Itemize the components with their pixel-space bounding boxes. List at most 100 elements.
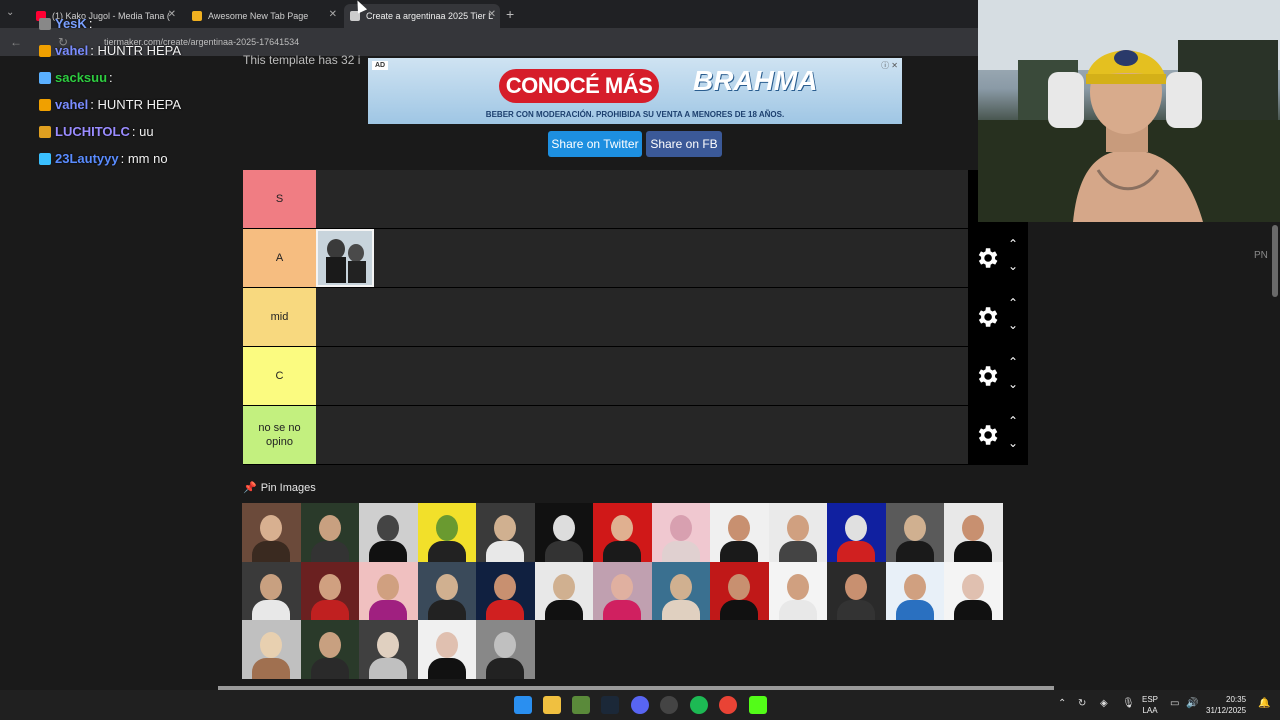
tier-label[interactable]: mid: [243, 288, 316, 346]
system-clock[interactable]: 20:35 31/12/2025: [1206, 694, 1246, 716]
pool-image[interactable]: [885, 503, 944, 562]
pin-images-header[interactable]: 📌 Pin Images: [243, 481, 316, 495]
share-fb-button[interactable]: Share on FB: [646, 131, 722, 157]
pool-image[interactable]: [359, 503, 418, 562]
pool-image[interactable]: [476, 620, 535, 679]
chat-username[interactable]: vahel: [55, 97, 88, 112]
chat-colon: :: [88, 16, 97, 31]
chat-username[interactable]: LUCHITOLC: [55, 124, 130, 139]
pool-image[interactable]: [300, 620, 359, 679]
windows-start-icon[interactable]: [514, 696, 532, 714]
network-icon[interactable]: ▭: [1170, 698, 1179, 709]
tier-label[interactable]: C: [243, 347, 316, 405]
pool-image[interactable]: [534, 503, 593, 562]
pool-image[interactable]: [300, 561, 359, 620]
tier-label[interactable]: S: [243, 170, 316, 228]
ad-close-icon[interactable]: ⓘ ✕: [881, 60, 898, 71]
discord-icon[interactable]: [631, 696, 649, 714]
move-up-chevron-icon[interactable]: ⌃: [1008, 355, 1018, 369]
tier-drop-zone[interactable]: [316, 288, 968, 346]
sync-icon[interactable]: ↻: [1078, 698, 1086, 709]
close-tab-icon[interactable]: ✕: [488, 9, 496, 20]
pool-image[interactable]: [242, 620, 301, 679]
pool-image[interactable]: [944, 561, 1003, 620]
gear-icon[interactable]: [974, 304, 1000, 330]
move-up-chevron-icon[interactable]: ⌃: [1008, 237, 1018, 251]
pool-image[interactable]: [651, 561, 710, 620]
move-down-chevron-icon[interactable]: ⌄: [1008, 377, 1018, 391]
move-down-chevron-icon[interactable]: ⌄: [1008, 259, 1018, 273]
gear-icon[interactable]: [974, 422, 1000, 448]
pool-image[interactable]: [476, 561, 535, 620]
tier-drop-zone[interactable]: [316, 347, 968, 405]
pool-image[interactable]: [242, 561, 301, 620]
pool-image[interactable]: [710, 561, 769, 620]
close-tab-icon[interactable]: ✕: [329, 9, 337, 20]
page-scrollbar[interactable]: [1272, 225, 1278, 297]
notification-bell-icon[interactable]: 🔔: [1258, 698, 1270, 709]
ad-cta-button[interactable]: CONOCÉ MÁS: [499, 69, 659, 103]
tier-label[interactable]: no se no opino: [243, 406, 316, 464]
steam-icon[interactable]: [601, 696, 619, 714]
lang-bottom: LAA: [1142, 706, 1158, 715]
chat-username[interactable]: vahel: [55, 43, 88, 58]
share-twitter-button[interactable]: Share on Twitter: [548, 131, 642, 157]
clock-date: 31/12/2025: [1206, 706, 1247, 715]
pool-image[interactable]: [827, 561, 886, 620]
spotify-icon[interactable]: [690, 696, 708, 714]
pool-image[interactable]: [300, 503, 359, 562]
tab-tiermaker[interactable]: Create a argentinaa 2025 Tier L ✕: [344, 4, 500, 28]
volume-icon[interactable]: 🔊: [1186, 698, 1198, 709]
pool-image[interactable]: [944, 503, 1003, 562]
kick-icon[interactable]: [749, 696, 767, 714]
pool-image[interactable]: [593, 503, 652, 562]
move-down-chevron-icon[interactable]: ⌄: [1008, 318, 1018, 332]
tier-row: C ⌃ ⌄: [243, 347, 1028, 406]
pool-image[interactable]: [827, 503, 886, 562]
tab-list-chevron-icon[interactable]: ⌄: [6, 7, 14, 18]
pool-image[interactable]: [593, 561, 652, 620]
pool-image[interactable]: [476, 503, 535, 562]
pool-image[interactable]: [768, 503, 827, 562]
language-indicator[interactable]: ESP LAA: [1142, 694, 1158, 716]
tier-item-image[interactable]: [316, 229, 374, 287]
mic-icon[interactable]: 🎙: [1122, 698, 1135, 709]
new-tab-plus-icon[interactable]: +: [506, 6, 514, 22]
tier-controls: ⌃ ⌄: [968, 229, 1028, 287]
move-down-chevron-icon[interactable]: ⌄: [1008, 436, 1018, 450]
tier-drop-zone[interactable]: [316, 229, 968, 287]
pool-image[interactable]: [417, 561, 476, 620]
minecraft-icon[interactable]: [572, 696, 590, 714]
move-up-chevron-icon[interactable]: ⌃: [1008, 296, 1018, 310]
pool-image[interactable]: [359, 620, 418, 679]
pool-image[interactable]: [651, 503, 710, 562]
tray-chevron-icon[interactable]: ⌃: [1058, 698, 1066, 709]
tier-label[interactable]: A: [243, 229, 316, 287]
chat-message: 23Lautyyy: mm no: [39, 145, 299, 172]
file-explorer-icon[interactable]: [543, 696, 561, 714]
chat-overlay: YesK: vahel: HUNTR HEPA sacksuu: vahel: H…: [39, 10, 299, 172]
obs-icon[interactable]: [660, 696, 678, 714]
ad-banner[interactable]: AD CONOCÉ MÁS BRAHMA BEBER CON MODERACIÓ…: [368, 58, 902, 124]
pool-image[interactable]: [534, 561, 593, 620]
clock-time: 20:35: [1226, 695, 1247, 704]
back-arrow-icon[interactable]: ←: [10, 35, 22, 49]
pool-image[interactable]: [359, 561, 418, 620]
pool-image[interactable]: [885, 561, 944, 620]
pool-image[interactable]: [242, 503, 301, 562]
chat-username[interactable]: 23Lautyyy: [55, 151, 119, 166]
pool-image[interactable]: [710, 503, 769, 562]
tier-row: S: [243, 170, 1028, 229]
defender-icon[interactable]: ◈: [1100, 698, 1108, 709]
move-up-chevron-icon[interactable]: ⌃: [1008, 414, 1018, 428]
gear-icon[interactable]: [974, 245, 1000, 271]
pool-image[interactable]: [417, 620, 476, 679]
gear-icon[interactable]: [974, 363, 1000, 389]
chat-username[interactable]: YesK: [55, 16, 87, 31]
pool-image[interactable]: [768, 561, 827, 620]
pool-image[interactable]: [417, 503, 476, 562]
tier-drop-zone[interactable]: [316, 406, 968, 464]
tier-drop-zone[interactable]: [316, 170, 968, 228]
chrome-icon[interactable]: [719, 696, 737, 714]
chat-username[interactable]: sacksuu: [55, 70, 107, 85]
